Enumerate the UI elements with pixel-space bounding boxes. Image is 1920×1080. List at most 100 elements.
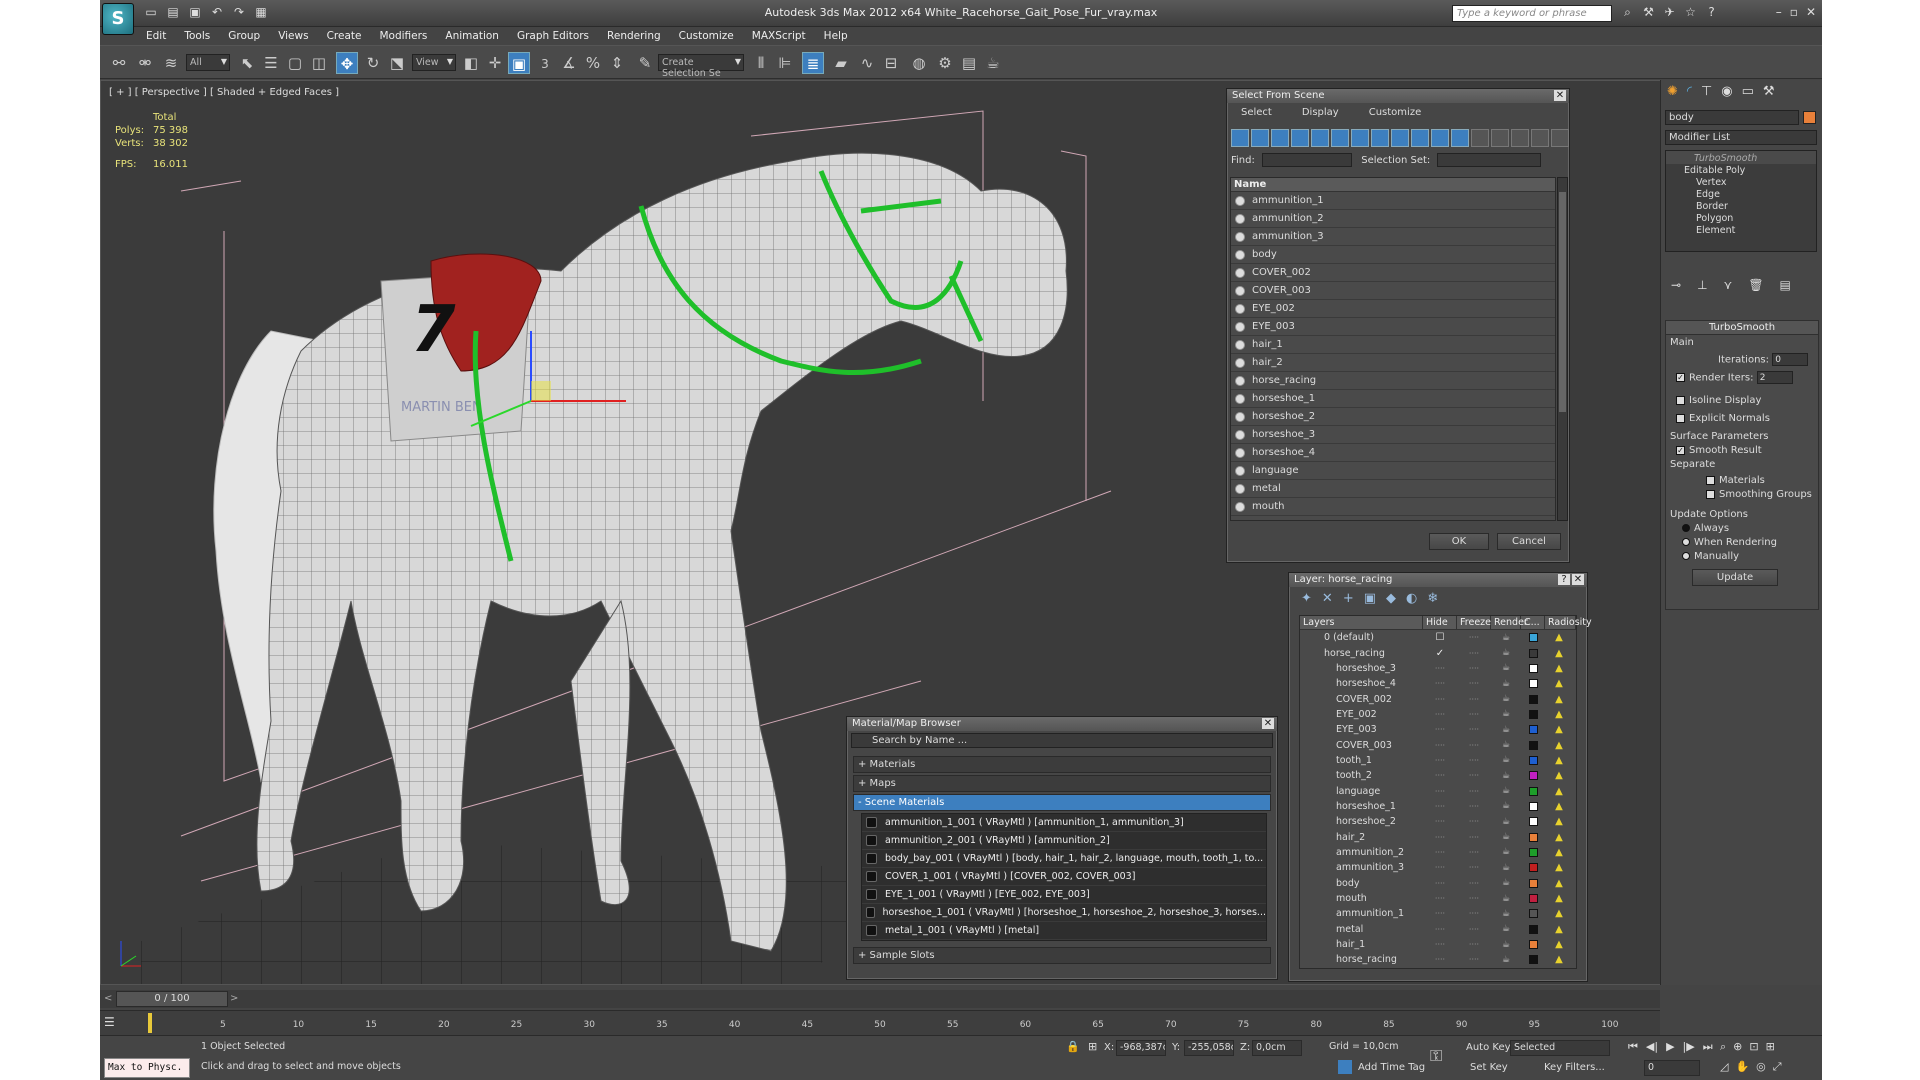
configure-sets-icon[interactable]: ▤ [1780,278,1791,292]
layer-render-icon[interactable]: ☕ [1491,894,1521,904]
menu-maxscript[interactable]: MAXScript [752,30,806,42]
motion-tab-icon[interactable]: ◉ [1721,84,1732,99]
object-row[interactable]: body [1231,246,1555,264]
angle-snap-icon[interactable]: ∡ [558,52,580,74]
radiosity-icon[interactable]: ▲ [1545,954,1573,965]
manually-radio[interactable] [1682,552,1690,560]
hierarchy-tab-icon[interactable]: ⊤ [1701,84,1712,99]
layer-hide-toggle[interactable]: ···· [1423,817,1457,826]
hide-all-layers-icon[interactable]: ◐ [1406,591,1417,606]
layer-row[interactable]: body ···· ···· ☕ ▲ [1300,876,1576,891]
group-materials[interactable]: + Materials [853,756,1271,773]
ref-coord-dropdown[interactable]: View [412,54,456,71]
group-scene-materials[interactable]: - Scene Materials [853,794,1271,811]
materials-checkbox[interactable] [1706,475,1715,485]
layer-row[interactable]: tooth_2 ···· ···· ☕ ▲ [1300,768,1576,783]
layer-color-swatch[interactable] [1521,801,1545,811]
material-item[interactable]: EYE_1_001 ( VRayMtl ) [EYE_002, EYE_003] [862,886,1266,904]
layer-row[interactable]: horseshoe_1 ···· ···· ☕ ▲ [1300,799,1576,814]
layer-row[interactable]: ammunition_3 ···· ···· ☕ ▲ [1300,860,1576,875]
layer-color-swatch[interactable] [1521,755,1545,765]
radiosity-icon[interactable]: ▲ [1545,816,1573,827]
col-color[interactable]: C... [1521,616,1545,629]
object-row[interactable]: metal [1231,480,1555,498]
layer-color-swatch[interactable] [1521,679,1545,689]
layer-color-swatch[interactable] [1521,740,1545,750]
layer-hide-toggle[interactable]: ···· [1423,863,1457,872]
binoculars-icon[interactable]: ⌕ [1620,5,1635,20]
create-layer-icon[interactable]: ✦ [1301,591,1312,606]
key-mode-dropdown[interactable]: Selected [1510,1040,1610,1056]
layer-color-swatch[interactable] [1521,633,1545,643]
layer-hide-toggle[interactable]: ···· [1423,787,1457,796]
make-unique-icon[interactable]: ⋎ [1724,278,1733,292]
explicit-normals-checkbox[interactable] [1676,413,1685,423]
cameras-filter-icon[interactable] [1291,129,1309,147]
y-coordinate-field[interactable]: -255,058cr [1184,1040,1234,1056]
current-frame-field[interactable]: 0 [1644,1060,1700,1076]
communication-icon[interactable]: ✈ [1662,5,1677,20]
prev-key-icon[interactable]: ◀| [1646,1040,1658,1054]
object-row[interactable]: hair_2 [1231,354,1555,372]
material-item[interactable]: ammunition_2_001 ( VRayMtl ) [ammunition… [862,832,1266,850]
layer-hide-toggle[interactable]: ···· [1423,664,1457,673]
layer-color-swatch[interactable] [1521,648,1545,658]
render-iters-checkbox[interactable]: ✓ [1676,373,1685,382]
layer-color-swatch[interactable] [1521,909,1545,919]
isoline-checkbox[interactable] [1676,395,1685,405]
layer-render-icon[interactable]: ☕ [1491,924,1521,934]
geometry-filter-icon[interactable] [1231,129,1249,147]
layer-render-icon[interactable]: ☕ [1491,817,1521,827]
pin-stack-icon[interactable]: ⊸ [1671,278,1681,292]
layer-freeze-toggle[interactable]: ···· [1457,695,1491,704]
scrollbar-thumb[interactable] [1559,192,1566,412]
bones-filter-icon[interactable] [1391,129,1409,147]
rendered-frame-icon[interactable]: ▤ [958,52,980,74]
menu-graph-editors[interactable]: Graph Editors [517,30,589,42]
radiosity-icon[interactable]: ▲ [1545,878,1573,889]
highlight-layer-icon[interactable]: ◆ [1386,591,1396,606]
material-item[interactable]: ammunition_1_001 ( VRayMtl ) [ammunition… [862,814,1266,832]
layer-freeze-toggle[interactable]: ···· [1457,741,1491,750]
layer-hide-toggle[interactable]: ···· [1423,848,1457,857]
layer-color-swatch[interactable] [1521,663,1545,673]
zoom-extents-icon[interactable]: ⊡ [1749,1040,1758,1054]
menu-edit[interactable]: Edit [146,30,166,42]
layer-freeze-toggle[interactable]: ···· [1457,771,1491,780]
radiosity-icon[interactable]: ▲ [1545,862,1573,873]
layer-hide-toggle[interactable]: ···· [1423,879,1457,888]
radiosity-icon[interactable]: ▲ [1545,724,1573,735]
menu-rendering[interactable]: Rendering [607,30,661,42]
schematic-view-icon[interactable]: ⊟ [880,52,902,74]
layer-render-icon[interactable]: ☕ [1491,955,1521,965]
hierarchy-icon[interactable] [1551,129,1569,147]
layer-row[interactable]: 0 (default) ☐ ···· ☕ ▲ [1300,630,1576,645]
lights-filter-icon[interactable] [1271,129,1289,147]
frozen-filter-icon[interactable] [1431,129,1449,147]
layer-color-swatch[interactable] [1521,725,1545,735]
app-logo[interactable]: S [102,3,134,35]
layer-freeze-toggle[interactable]: ···· [1457,833,1491,842]
group-sample-slots[interactable]: + Sample Slots [853,947,1271,964]
render-setup-icon[interactable]: ⚙ [934,52,956,74]
select-by-name-icon[interactable]: ☰ [260,52,282,74]
layer-color-swatch[interactable] [1521,940,1545,950]
select-rotate-icon[interactable]: ↻ [362,52,384,74]
smoothing-groups-checkbox[interactable] [1706,489,1715,499]
layer-row[interactable]: COVER_003 ···· ···· ☕ ▲ [1300,737,1576,752]
layer-hide-toggle[interactable]: ···· [1423,679,1457,688]
help-icon[interactable]: ? [1704,5,1719,20]
select-in-layer-icon[interactable]: ▣ [1364,591,1376,606]
radiosity-icon[interactable]: ▲ [1545,709,1573,720]
add-to-layer-icon[interactable]: + [1343,591,1354,606]
next-frame-icon[interactable]: > [230,993,238,1004]
rect-selection-icon[interactable]: ▢ [284,52,306,74]
object-row[interactable]: language [1231,462,1555,480]
bind-spacewarp-icon[interactable]: ≋ [160,52,182,74]
sfs-menu-display[interactable]: Display [1302,107,1339,118]
radiosity-icon[interactable]: ▲ [1545,908,1573,919]
object-row[interactable]: COVER_003 [1231,282,1555,300]
go-to-end-icon[interactable]: ⏭ [1703,1040,1713,1054]
menu-modifiers[interactable]: Modifiers [379,30,427,42]
layer-manager-icon[interactable]: ≣ [802,52,824,74]
